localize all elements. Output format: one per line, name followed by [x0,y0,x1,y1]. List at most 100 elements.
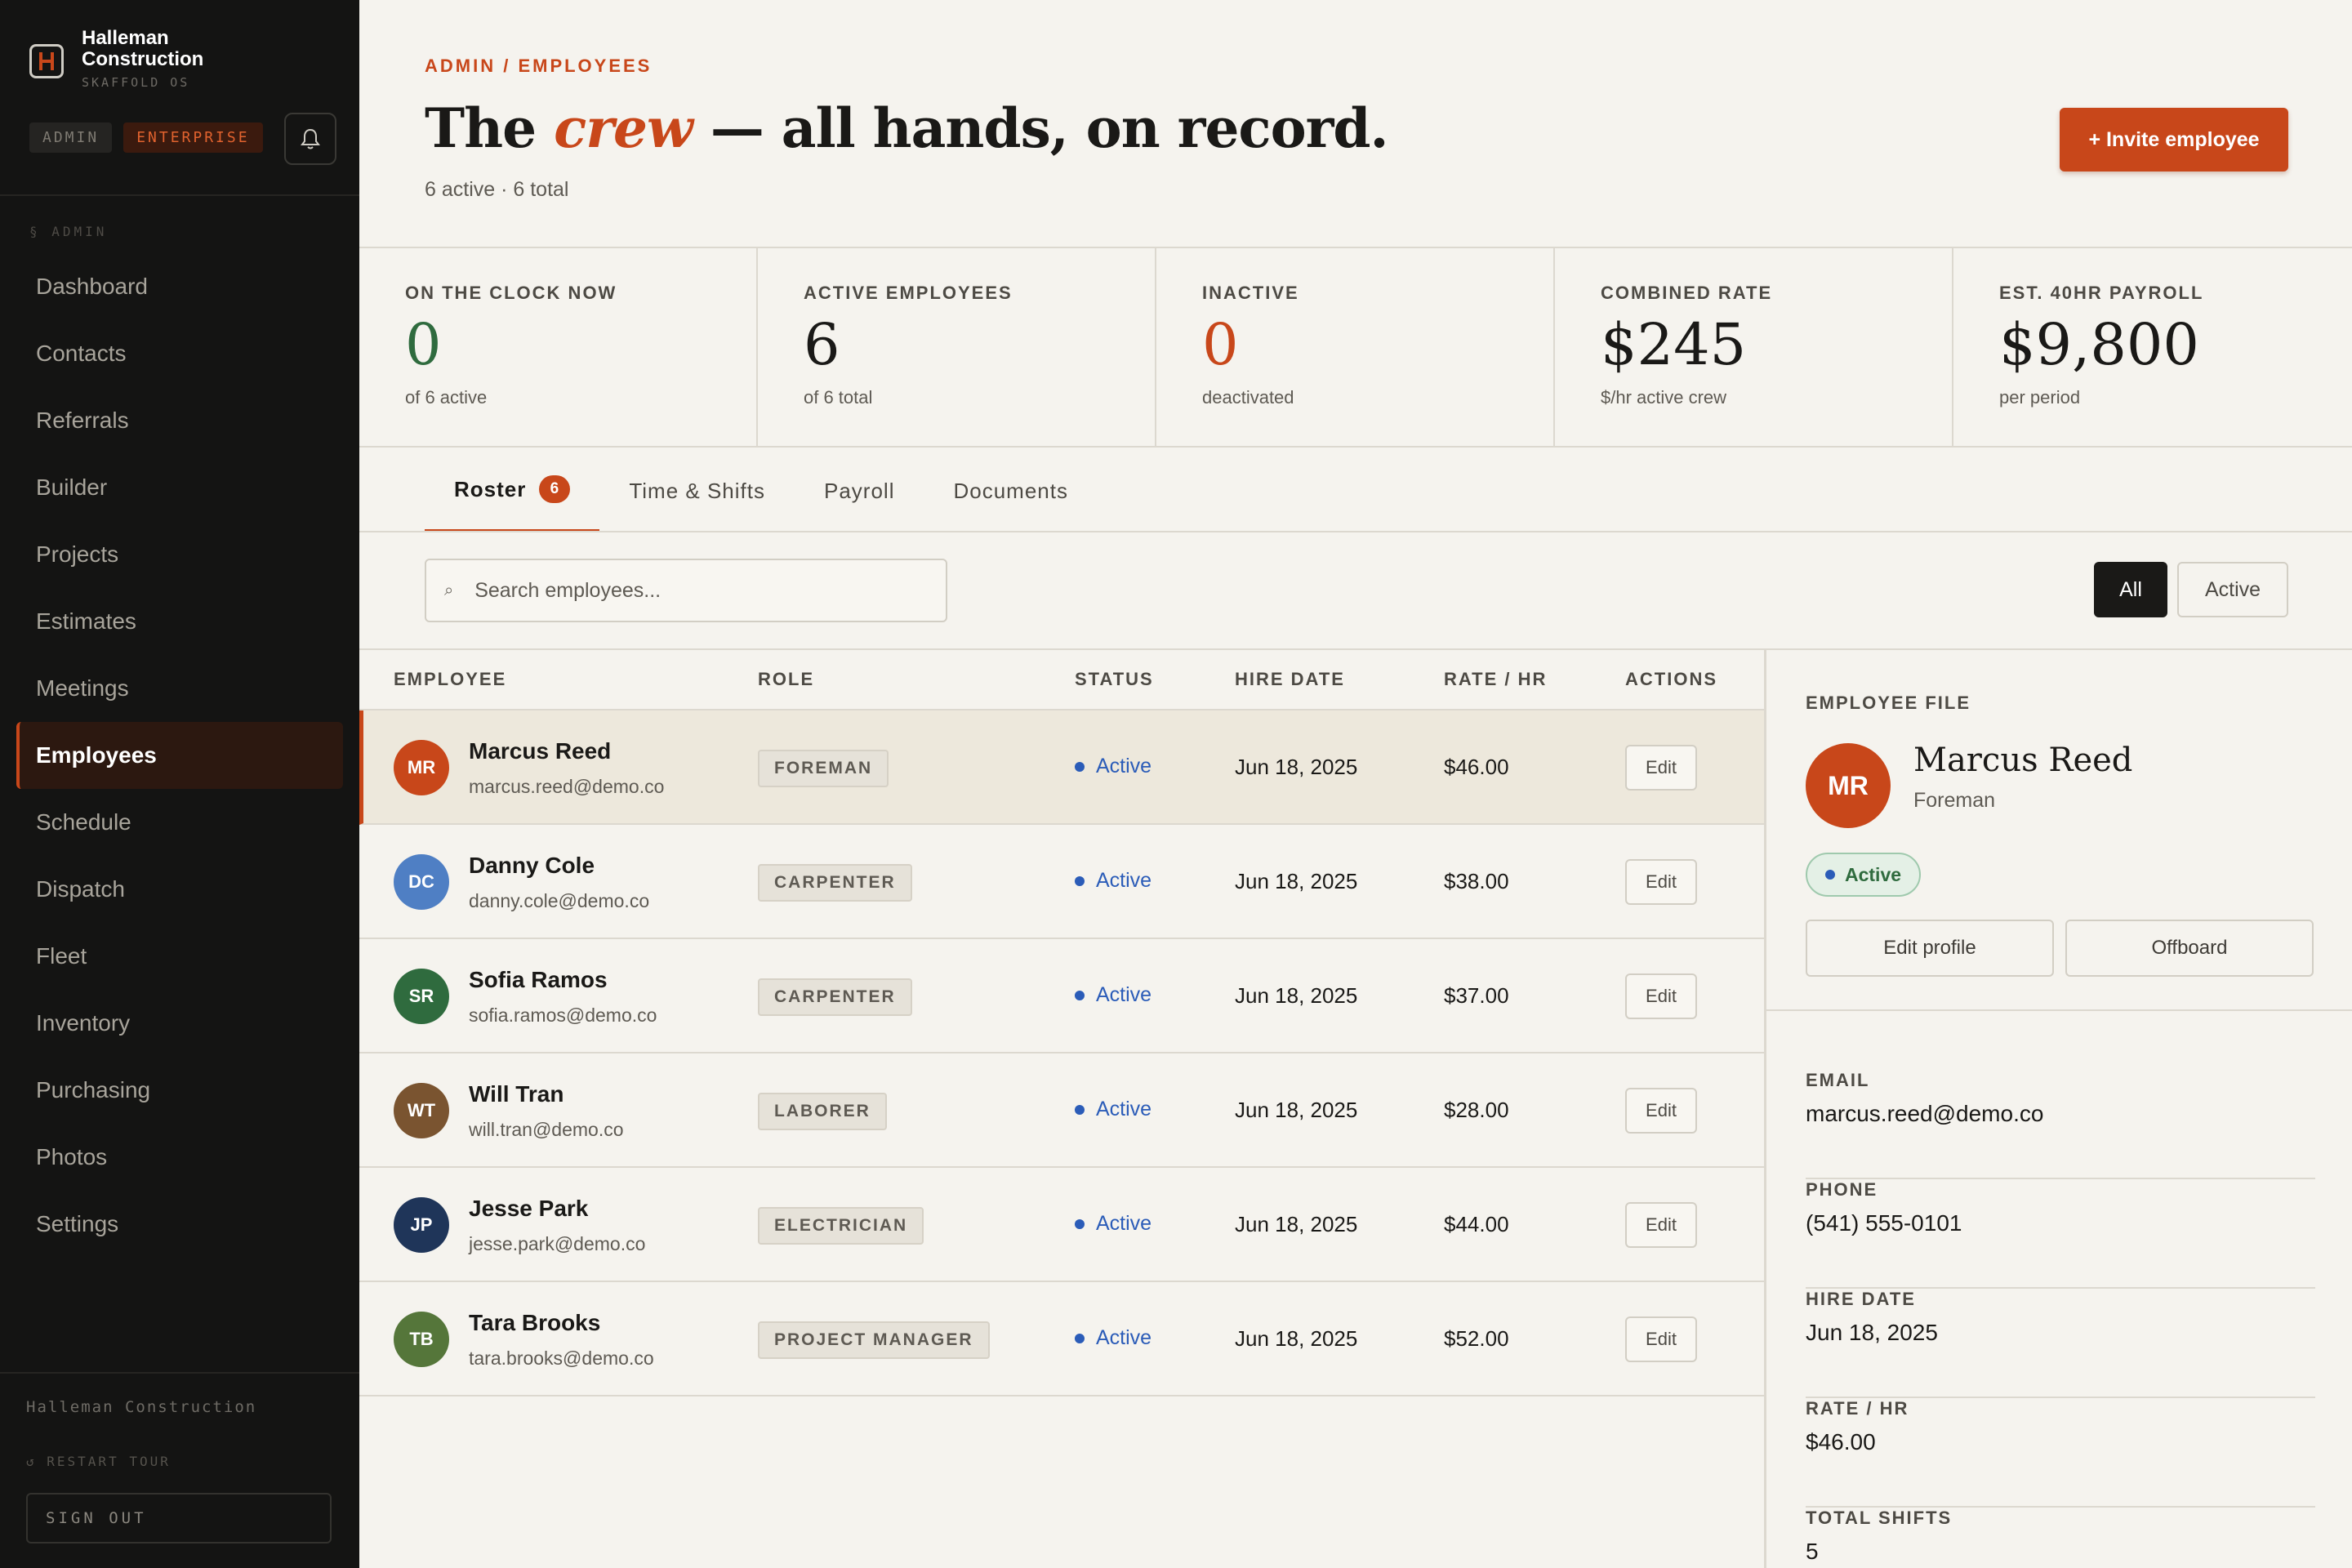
tab-bar: Roster 6 Time & Shifts Payroll Documents [425,449,1098,532]
filter-active-button[interactable]: Active [2177,562,2288,617]
company-name: Halleman Construction [26,1398,257,1416]
sidebar-item-builder[interactable]: Builder [16,454,343,521]
edit-button[interactable]: Edit [1625,1088,1697,1134]
sidebar-item-projects[interactable]: Projects [16,521,343,588]
tab-label: Payroll [824,478,895,503]
status-label: Active [1096,1098,1152,1120]
employee-name[interactable]: Tara Brooks [469,1310,600,1336]
field-email: EMAIL marcus.reed@demo.co [1806,1070,2315,1179]
tab-count-badge: 6 [539,475,571,503]
filter-all-button[interactable]: All [2094,562,2167,617]
sidebar-item-inventory[interactable]: Inventory [16,990,343,1057]
col-status[interactable]: STATUS [1075,669,1154,690]
col-hire-date[interactable]: HIRE DATE [1235,669,1345,690]
table-row[interactable]: DC Danny Cole danny.cole@demo.co CARPENTER A… [359,825,1764,939]
offboard-button[interactable]: Offboard [2065,920,2314,977]
stat-value: $245 [1601,311,1747,378]
sidebar-item-dispatch[interactable]: Dispatch [16,856,343,923]
tab-payroll[interactable]: Payroll [795,449,924,532]
edit-button[interactable]: Edit [1625,745,1697,791]
invite-employee-button[interactable]: + Invite employee [2060,108,2288,172]
col-employee[interactable]: EMPLOYEE [394,669,506,690]
employee-detail-panel: EMPLOYEE FILE MR Marcus Reed Foreman Act… [1764,650,2352,1568]
col-rate[interactable]: RATE / HR [1444,669,1547,690]
hourly-rate: $37.00 [1444,983,1509,1008]
sidebar-item-schedule[interactable]: Schedule [16,789,343,856]
table-row[interactable]: TB Tara Brooks tara.brooks@demo.co PROJECT … [359,1282,1764,1396]
enterprise-tag: ENTERPRISE [123,122,263,153]
search-box[interactable]: ⌕ [425,559,947,622]
tab-label: Time & Shifts [629,478,765,503]
employee-name[interactable]: Sofia Ramos [469,967,608,993]
employee-name[interactable]: Danny Cole [469,853,595,879]
employee-name[interactable]: Will Tran [469,1081,564,1107]
avatar: DC [394,854,449,910]
role-badge: PROJECT MANAGER [758,1321,990,1359]
brand-name-line1: Halleman [82,27,169,49]
table-body: MR Marcus Reed marcus.reed@demo.co FOREMAN A… [359,710,1764,1396]
table-row[interactable]: MR Marcus Reed marcus.reed@demo.co FOREMAN A… [359,710,1764,825]
field-value: Jun 18, 2025 [1806,1320,1938,1345]
title-emphasis: crew [554,96,693,160]
role-badge: LABORER [758,1093,887,1130]
status-indicator: Active [1075,1098,1152,1121]
stat-label: ON THE CLOCK NOW [405,283,617,303]
panel-status-label: Active [1845,863,1902,885]
stat-card: COMBINED RATE $245 $/hr active crew [1555,248,1953,446]
col-role[interactable]: ROLE [758,669,814,690]
avatar: WT [394,1083,449,1138]
brand[interactable]: Halleman Construction SKAFFOLD OS [29,28,203,90]
tab-documents[interactable]: Documents [924,449,1098,532]
field-label: PHONE [1806,1179,1878,1200]
edit-button[interactable]: Edit [1625,973,1697,1019]
table-row[interactable]: JP Jesse Park jesse.park@demo.co ELECTRICIA… [359,1168,1764,1282]
sidebar-item-referrals[interactable]: Referrals [16,387,343,454]
employee-name[interactable]: Marcus Reed [469,738,611,764]
sidebar-item-dashboard[interactable]: Dashboard [16,253,343,320]
stat-value: $9,800 [1999,311,2199,378]
field-value: (541) 555-0101 [1806,1210,1962,1236]
sign-out-button[interactable]: SIGN OUT [26,1493,332,1544]
stat-footnote: deactivated [1202,387,1294,408]
notifications-button[interactable] [284,113,336,165]
table-row[interactable]: SR Sofia Ramos sofia.ramos@demo.co CARPENTE… [359,939,1764,1054]
sidebar-item-estimates[interactable]: Estimates [16,588,343,655]
field-rate-hr: RATE / HR $46.00 [1806,1398,2315,1508]
status-dot-icon [1075,1104,1085,1115]
brand-name-line2: Construction [82,48,204,70]
tab-time-shifts[interactable]: Time & Shifts [599,449,795,532]
page-subtitle: 6 active · 6 total [425,178,569,201]
status-label: Active [1096,869,1152,892]
sidebar-item-fleet[interactable]: Fleet [16,923,343,990]
tab-label: Roster [454,476,527,501]
sidebar-item-employees[interactable]: Employees [16,722,343,789]
role-badge: CARPENTER [758,978,912,1016]
breadcrumb[interactable]: ADMIN / EMPLOYEES [425,56,652,77]
hourly-rate: $44.00 [1444,1212,1509,1236]
hourly-rate: $46.00 [1444,755,1509,779]
stat-card: INACTIVE 0 deactivated [1156,248,1555,446]
employee-email: danny.cole@demo.co [469,890,650,911]
panel-label: EMPLOYEE FILE [1806,693,1971,713]
table-header: EMPLOYEE ROLE STATUS HIRE DATE RATE / HR… [359,650,1764,710]
sidebar-item-contacts[interactable]: Contacts [16,320,343,387]
sidebar-item-meetings[interactable]: Meetings [16,655,343,722]
employee-table: EMPLOYEE ROLE STATUS HIRE DATE RATE / HR… [359,650,1764,1396]
sidebar-divider [0,194,359,196]
restart-tour-link[interactable]: ↺ RESTART TOUR [26,1454,171,1469]
stat-footnote: per period [1999,387,2081,408]
sidebar-item-photos[interactable]: Photos [16,1124,343,1191]
edit-button[interactable]: Edit [1625,1316,1697,1362]
status-label: Active [1096,755,1152,777]
table-row[interactable]: WT Will Tran will.tran@demo.co LABORER Activ… [359,1054,1764,1168]
edit-button[interactable]: Edit [1625,1202,1697,1248]
tab-roster[interactable]: Roster 6 [425,449,600,532]
edit-button[interactable]: Edit [1625,859,1697,905]
employee-name[interactable]: Jesse Park [469,1196,588,1222]
sidebar-item-purchasing[interactable]: Purchasing [16,1057,343,1124]
edit-profile-button[interactable]: Edit profile [1806,920,2054,977]
search-input[interactable] [474,578,916,603]
field-phone: PHONE (541) 555-0101 [1806,1179,2315,1289]
nav-section-label: § ADMIN [29,224,108,239]
sidebar-item-settings[interactable]: Settings [16,1191,343,1258]
